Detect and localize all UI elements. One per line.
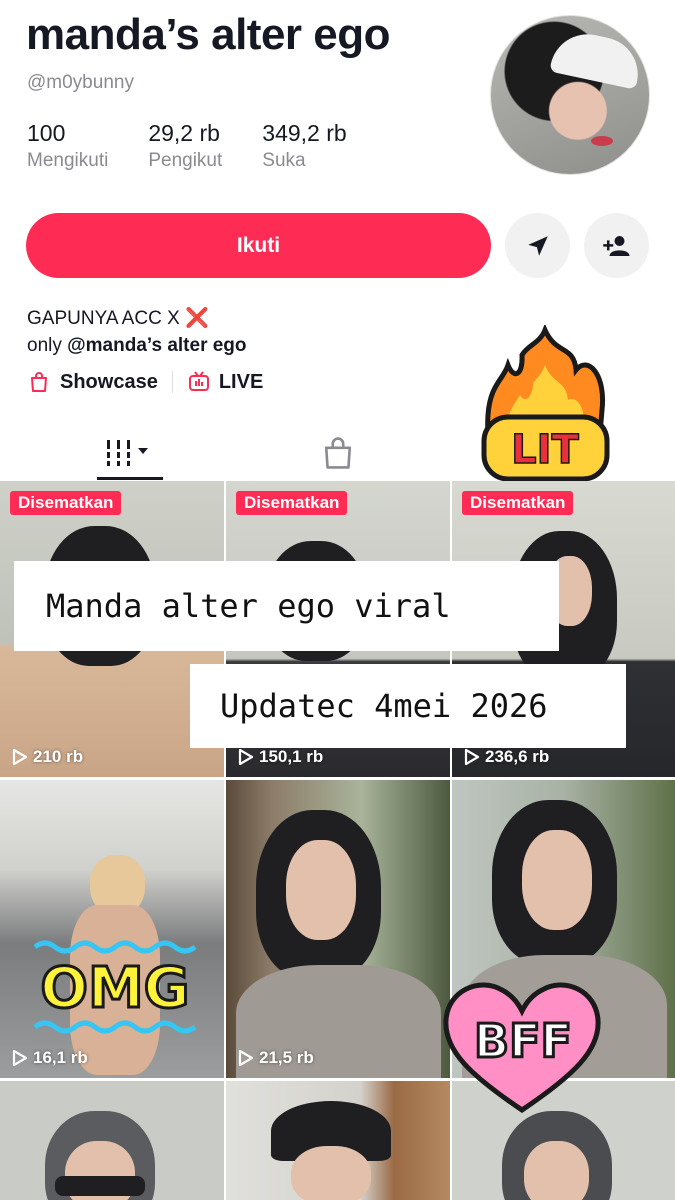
lit-text: LIT [511, 427, 579, 473]
play-icon [238, 1049, 254, 1067]
pinned-badge: Disematkan [236, 491, 348, 515]
follow-button[interactable]: Ikuti [26, 213, 491, 278]
stat-followers[interactable]: 29,2 rb Pengikut [148, 120, 222, 172]
video-item[interactable] [226, 1081, 450, 1200]
view-count-value: 210 rb [33, 747, 84, 766]
view-count-value: 150,1 rb [259, 747, 324, 766]
view-count: 236,6 rb [464, 747, 549, 767]
stat-likes[interactable]: 349,2 rb Suka [262, 120, 346, 172]
profile-handle: @m0ybunny [27, 72, 134, 93]
thumbnail-face [291, 1146, 371, 1200]
bff-heart-sticker: BFF [443, 982, 601, 1114]
message-button[interactable] [505, 213, 570, 278]
stat-following-label: Mengikuti [27, 150, 109, 171]
profile-links: Showcase LIVE [27, 370, 263, 394]
play-icon [12, 1049, 28, 1067]
view-count: 150,1 rb [238, 747, 323, 767]
avatar-cap [549, 27, 645, 90]
view-count: 16,1 rb [12, 1048, 88, 1068]
video-item[interactable] [0, 1081, 224, 1200]
bio-line-1: GAPUNYA ACC X ❌ [27, 305, 247, 332]
profile-stats: 100 Mengikuti 29,2 rb Pengikut 349,2 rb … [27, 120, 387, 172]
pinned-badge: Disematkan [10, 491, 122, 515]
thumbnail-face [522, 830, 592, 930]
cross-mark-emoji: ❌ [185, 308, 209, 329]
omg-text: OMG [40, 956, 189, 1021]
stat-followers-label: Pengikut [148, 150, 223, 171]
stat-likes-label: Suka [262, 150, 306, 171]
view-count-value: 236,6 rb [485, 747, 550, 766]
bff-text: BFF [474, 1014, 572, 1068]
view-count: 21,5 rb [238, 1048, 314, 1068]
shopping-bag-icon [31, 372, 47, 392]
thumbnail-face [524, 1141, 589, 1200]
view-count: 210 rb [12, 747, 83, 767]
bio: GAPUNYA ACC X ❌ only @manda’s alter ego [27, 305, 247, 359]
stat-likes-value: 349,2 rb [262, 120, 347, 146]
play-icon [12, 748, 28, 766]
add-user-icon [602, 235, 629, 256]
bio-line-2: only @manda’s alter ego [27, 332, 247, 359]
shopping-bag-icon [324, 436, 352, 469]
stat-followers-value: 29,2 rb [148, 120, 220, 146]
thumbnail-sunglasses [55, 1176, 145, 1196]
play-icon [238, 748, 254, 766]
bio-mention-link[interactable]: @manda’s alter ego [67, 335, 246, 356]
live-label: LIVE [218, 370, 264, 393]
profile-name: manda’s alter ego [26, 10, 391, 59]
bio-text: GAPUNYA ACC X [27, 308, 180, 329]
stat-following-value: 100 [27, 120, 66, 146]
lit-fire-sticker: LIT [481, 325, 610, 483]
view-count-value: 16,1 rb [33, 1048, 88, 1067]
omg-sticker: OMG [33, 940, 197, 1034]
showcase-label: Showcase [60, 370, 158, 393]
stat-following[interactable]: 100 Mengikuti [27, 120, 108, 172]
active-tab-indicator [97, 477, 163, 480]
send-icon [527, 235, 548, 256]
view-count-value: 21,5 rb [259, 1048, 314, 1067]
avatar-lips [591, 136, 613, 146]
overlay-title-box: Manda alter ego viral [14, 561, 559, 651]
tab-videos[interactable] [97, 425, 163, 480]
link-divider [171, 371, 173, 393]
bio-prefix: only [27, 335, 62, 356]
avatar[interactable] [490, 15, 650, 175]
overlay-title: Manda alter ego viral [46, 587, 451, 625]
overlay-subtitle-box: Updatec 4mei 2026 [190, 664, 626, 748]
suggest-user-button[interactable] [584, 213, 649, 278]
grid-icon [107, 439, 148, 466]
thumbnail-face [286, 840, 356, 940]
live-link[interactable]: LIVE [187, 370, 263, 394]
overlay-subtitle: Updatec 4mei 2026 [220, 687, 548, 725]
pinned-badge: Disematkan [462, 491, 574, 515]
play-icon [464, 748, 480, 766]
video-item[interactable]: 21,5 rb [226, 780, 450, 1078]
live-tv-icon [188, 371, 209, 391]
showcase-link[interactable]: Showcase [27, 370, 158, 394]
tab-shop[interactable] [305, 425, 371, 480]
